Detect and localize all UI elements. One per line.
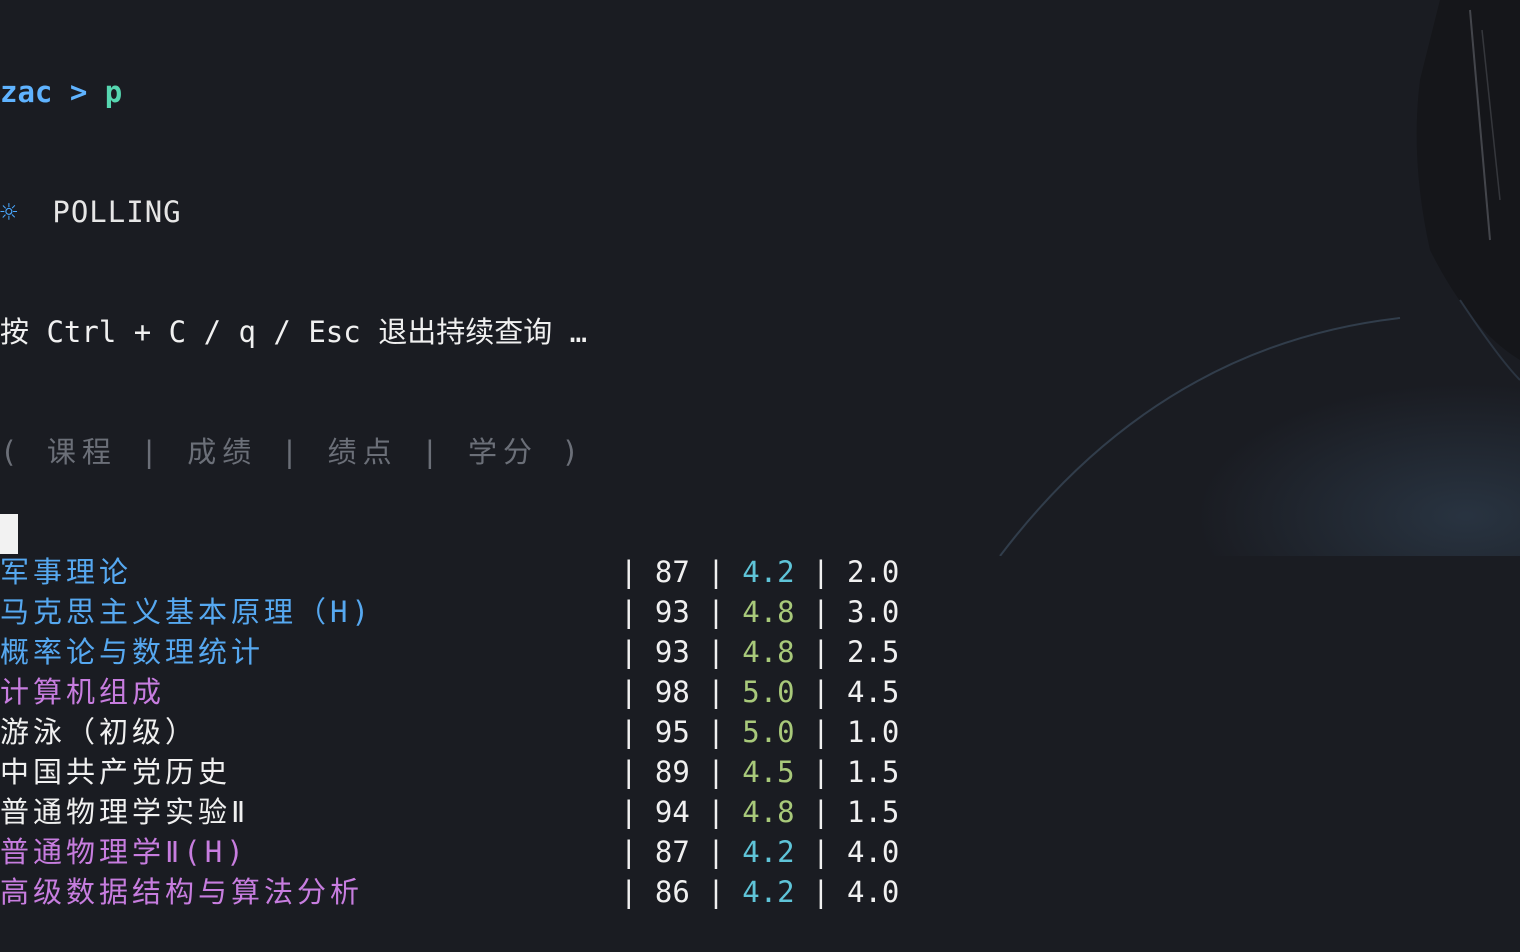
status-line: ☼ POLLING: [0, 192, 899, 232]
column-separator: |: [794, 675, 848, 709]
score-value: 94: [654, 795, 690, 829]
column-separator: |: [794, 875, 848, 909]
credit-value: 4.5: [847, 675, 900, 709]
score-value: 87: [654, 835, 690, 869]
column-separator: |: [794, 795, 848, 829]
column-separator: |: [689, 755, 743, 789]
gpa-value: 4.2: [742, 835, 795, 869]
gpa-value: 4.5: [742, 755, 795, 789]
gpa-value: 4.8: [742, 795, 795, 829]
table-row: 中国共产党历史 | 89 | 4.5 | 1.5: [0, 752, 899, 792]
table-row: 军事理论 | 87 | 4.2 | 2.0: [0, 552, 899, 592]
table-row: 计算机组成 | 98 | 5.0 | 4.5: [0, 672, 899, 712]
score-value: 98: [654, 675, 690, 709]
column-separator: |: [689, 875, 743, 909]
score-value: 89: [654, 755, 690, 789]
column-separator: |: [689, 675, 743, 709]
prompt-user: zac: [0, 75, 53, 109]
column-separator: |: [620, 795, 655, 829]
column-separator: |: [794, 555, 848, 589]
course-name: 游泳（初级）: [0, 715, 199, 749]
column-separator: |: [620, 675, 655, 709]
credit-value: 3.0: [847, 595, 900, 629]
credit-value: 1.5: [847, 795, 900, 829]
score-value: 87: [654, 555, 690, 589]
course-name: 中国共产党历史: [0, 755, 232, 789]
course-name: 普通物理学实验Ⅱ: [0, 795, 250, 829]
column-separator: |: [794, 595, 848, 629]
column-separator: |: [620, 715, 655, 749]
column-separator: |: [689, 635, 743, 669]
score-value: 86: [654, 875, 690, 909]
terminal-cursor: [0, 514, 18, 554]
table-header: ( 课程 | 成绩 | 绩点 | 学分 ): [0, 435, 585, 469]
prompt-command: p: [104, 75, 123, 109]
table-row: 概率论与数理统计 | 93 | 4.8 | 2.5: [0, 632, 899, 672]
column-separator: |: [689, 595, 743, 629]
column-separator: |: [794, 835, 848, 869]
credit-value: 4.0: [847, 875, 900, 909]
column-separator: |: [620, 835, 655, 869]
gpa-value: 4.8: [742, 595, 795, 629]
column-separator: |: [794, 715, 848, 749]
column-separator: |: [620, 555, 655, 589]
terminal-output: zac > p ☼ POLLING 按 Ctrl + C / q / Esc 退…: [0, 0, 899, 952]
gpa-value: 4.2: [742, 875, 795, 909]
course-name: 普通物理学Ⅱ(H): [0, 835, 248, 869]
score-value: 93: [654, 635, 690, 669]
gpa-value: 5.0: [742, 715, 795, 749]
gpa-value: 5.0: [742, 675, 795, 709]
column-separator: |: [794, 755, 848, 789]
prompt-separator: >: [69, 75, 88, 109]
column-separator: |: [689, 835, 743, 869]
gpa-value: 4.2: [742, 555, 795, 589]
column-separator: |: [689, 555, 743, 589]
gear-icon: ☼: [0, 195, 18, 229]
grades-table: 军事理论 | 87 | 4.2 | 2.0 马克思主义基本原理（H) | 93 | 4…: [0, 552, 899, 912]
course-name: 概率论与数理统计: [0, 635, 265, 669]
credit-value: 4.0: [847, 835, 900, 869]
table-row: 普通物理学实验Ⅱ | 94 | 4.8 | 1.5: [0, 792, 899, 832]
table-row: 普通物理学Ⅱ(H) | 87 | 4.2 | 4.0: [0, 832, 899, 872]
course-name: 军事理论: [0, 555, 133, 589]
exit-hint: 按 Ctrl + C / q / Esc 退出持续查询 …: [0, 315, 588, 349]
course-name: 计算机组成: [0, 675, 166, 709]
column-separator: |: [620, 595, 655, 629]
column-separator: |: [620, 755, 655, 789]
column-separator: |: [620, 635, 655, 669]
column-separator: |: [794, 635, 848, 669]
score-value: 93: [654, 595, 690, 629]
gpa-value: 4.8: [742, 635, 795, 669]
table-row: 马克思主义基本原理（H) | 93 | 4.8 | 3.0: [0, 592, 899, 632]
status-text: POLLING: [52, 195, 182, 229]
table-row: 高级数据结构与算法分析 | 86 | 4.2 | 4.0: [0, 872, 899, 912]
table-row: 游泳（初级） | 95 | 5.0 | 1.0: [0, 712, 899, 752]
score-value: 95: [654, 715, 690, 749]
credit-value: 2.5: [847, 635, 900, 669]
course-name: 马克思主义基本原理（H): [0, 595, 373, 629]
column-separator: |: [620, 875, 655, 909]
column-separator: |: [689, 715, 743, 749]
column-separator: |: [689, 795, 743, 829]
credit-value: 1.5: [847, 755, 900, 789]
credit-value: 1.0: [847, 715, 900, 749]
prompt-line: zac > p: [0, 72, 899, 112]
course-name: 高级数据结构与算法分析: [0, 875, 364, 909]
credit-value: 2.0: [847, 555, 900, 589]
